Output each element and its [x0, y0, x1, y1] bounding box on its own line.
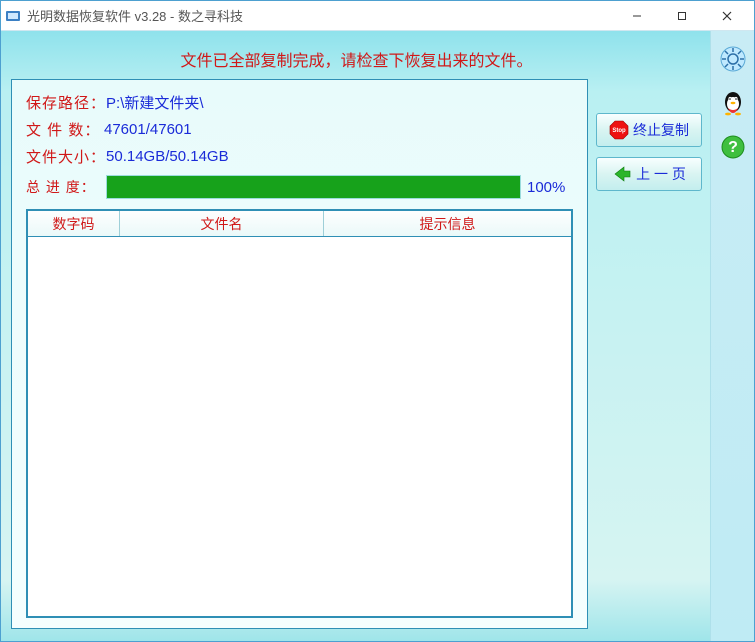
right-button-column: Stop 终止复制 上 一 页 [588, 113, 702, 629]
col-hint[interactable]: 提示信息 [324, 211, 571, 236]
col-code[interactable]: 数字码 [28, 211, 120, 236]
prev-page-button[interactable]: 上 一 页 [596, 157, 702, 191]
maximize-button[interactable] [659, 2, 704, 30]
close-button[interactable] [704, 2, 750, 30]
save-path-value: P:\新建文件夹\ [106, 92, 204, 113]
settings-icon[interactable] [719, 45, 747, 73]
file-size-value: 50.14GB/50.14GB [106, 148, 229, 165]
status-message: 文件已全部复制完成，请检查下恢复出来的文件。 [11, 41, 702, 79]
stop-copy-label: 终止复制 [633, 120, 689, 140]
stop-icon: Stop [609, 120, 629, 140]
arrow-left-icon [612, 164, 632, 184]
progress-fill [107, 176, 520, 198]
result-table: 数字码 文件名 提示信息 [26, 209, 573, 618]
progress-percent: 100% [527, 179, 573, 196]
file-count-value: 47601/47601 [104, 121, 192, 138]
app-window: 光明数据恢复软件 v3.28 - 数之寻科技 文件已全部复制完成，请检查下恢复出… [0, 0, 755, 642]
stop-copy-button[interactable]: Stop 终止复制 [596, 113, 702, 147]
window-title: 光明数据恢复软件 v3.28 - 数之寻科技 [27, 6, 614, 25]
table-header: 数字码 文件名 提示信息 [28, 211, 571, 237]
svg-text:?: ? [728, 139, 738, 156]
content-row: 保存路径： P:\新建文件夹\ 文 件 数： 47601/47601 文件大小：… [11, 79, 702, 629]
minimize-button[interactable] [614, 2, 659, 30]
side-strip: ? [710, 31, 754, 641]
main-area: 文件已全部复制完成，请检查下恢复出来的文件。 保存路径： P:\新建文件夹\ 文… [1, 31, 710, 641]
info-panel: 保存路径： P:\新建文件夹\ 文 件 数： 47601/47601 文件大小：… [11, 79, 588, 629]
file-size-label: 文件大小： [26, 146, 106, 167]
progress-row: 总 进 度： 100% [26, 175, 573, 199]
col-filename[interactable]: 文件名 [120, 211, 324, 236]
prev-page-label: 上 一 页 [636, 164, 686, 184]
titlebar: 光明数据恢复软件 v3.28 - 数之寻科技 [1, 1, 754, 31]
progress-label: 总 进 度： [26, 177, 104, 197]
svg-text:Stop: Stop [612, 128, 626, 134]
app-icon [5, 8, 21, 24]
save-path-row: 保存路径： P:\新建文件夹\ [26, 92, 573, 113]
file-count-row: 文 件 数： 47601/47601 [26, 119, 573, 140]
save-path-label: 保存路径： [26, 92, 106, 113]
help-icon[interactable]: ? [719, 133, 747, 161]
file-count-label: 文 件 数： [26, 119, 104, 140]
window-controls [614, 2, 750, 30]
client-area: 文件已全部复制完成，请检查下恢复出来的文件。 保存路径： P:\新建文件夹\ 文… [1, 31, 754, 641]
file-size-row: 文件大小： 50.14GB/50.14GB [26, 146, 573, 167]
table-body [28, 237, 571, 616]
progress-bar [106, 175, 521, 199]
qq-icon[interactable] [719, 89, 747, 117]
